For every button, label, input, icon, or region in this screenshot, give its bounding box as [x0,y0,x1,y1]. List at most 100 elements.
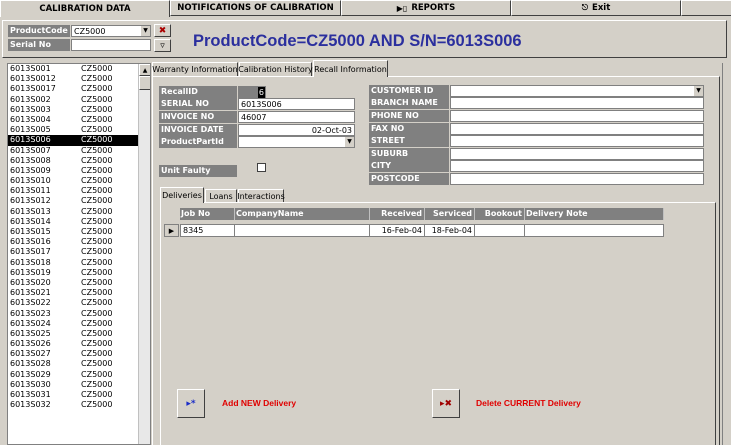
col-delivery-note[interactable]: Delivery Note [525,208,664,220]
city-field[interactable] [450,160,704,172]
tab-calibration-history[interactable]: Calibration History [238,62,313,76]
list-item[interactable]: 6013S013 CZ5000 [8,207,150,217]
list-item[interactable]: 6013S0012 CZ5000 [8,74,150,84]
list-item[interactable]: 6013S003 CZ5000 [8,105,150,115]
list-item[interactable]: 6013S028 CZ5000 [8,359,150,369]
postcode-field[interactable] [450,173,704,185]
add-delivery-button[interactable]: ▸* [177,389,205,418]
serial-no-field[interactable]: 6013S006 [238,98,355,110]
table-row-received[interactable]: 16-Feb-04 [370,224,425,237]
list-item-serial: 6013S007 [10,145,51,155]
col-serviced[interactable]: Serviced [425,208,475,220]
list-item[interactable]: 6013S030 CZ5000 [8,380,150,390]
tab-warranty-information[interactable]: Warranty Information [152,62,238,76]
tab-recall-information[interactable]: Recall Information [313,60,388,77]
list-item-serial: 6013S005 [10,125,51,135]
col-received[interactable]: Received [370,208,425,220]
delete-delivery-label[interactable]: Delete CURRENT Delivery [476,398,581,408]
table-row-company-name[interactable] [235,224,370,237]
scroll-thumb[interactable] [139,76,150,90]
scroll-up-icon[interactable]: ▲ [139,64,150,76]
col-job-no[interactable]: Job No [180,208,235,220]
list-item[interactable]: 6013S012 CZ5000 [8,196,150,206]
tab-bar-filler [681,0,731,16]
reports-icon: ▶▯ [396,3,408,13]
apply-filter-button[interactable]: ▿ [154,39,171,52]
list-item[interactable]: 6013S001 CZ5000 [8,64,150,74]
street-field[interactable] [450,135,704,147]
list-item-serial: 6013S004 [10,114,51,124]
table-row-bookout[interactable] [475,224,525,237]
list-item[interactable]: 6013S031 CZ5000 [8,390,150,400]
list-item[interactable]: 6013S005 CZ5000 [8,125,150,135]
list-item[interactable]: 6013S020 CZ5000 [8,278,150,288]
top-tab-bar: CALIBRATION DATA NOTIFICATIONS OF CALIBR… [0,0,731,17]
list-item-product: CZ5000 [81,196,113,206]
product-code-select[interactable]: CZ5000 ▼ [71,25,151,37]
list-item[interactable]: 6013S021 CZ5000 [8,288,150,298]
col-bookout[interactable]: Bookout [475,208,525,220]
list-item[interactable]: 6013S026 CZ5000 [8,339,150,349]
product-part-id-select[interactable]: ▼ [238,136,355,148]
list-item[interactable]: 6013S032 CZ5000 [8,400,150,410]
unit-faulty-checkbox[interactable] [257,163,266,172]
invoice-no-field[interactable]: 46007 [238,111,355,123]
tab-notifications[interactable]: NOTIFICATIONS OF CALIBRATION [170,0,341,16]
serial-list[interactable]: 6013S001 CZ5000 6013S0012 CZ5000 6013S0017 CZ… [7,63,151,445]
fax-no-field[interactable] [450,123,704,135]
list-item-serial: 6013S012 [10,196,51,206]
list-item[interactable]: 6013S019 CZ5000 [8,268,150,278]
list-scrollbar[interactable]: ▲ [138,64,150,444]
tab-interactions[interactable]: Interactions [237,189,285,202]
tab-exit[interactable]: ⎋ Exit [511,0,681,16]
list-item-product: CZ5000 [81,216,113,226]
list-item[interactable]: 6013S002 CZ5000 [8,95,150,105]
invoice-date-field[interactable]: 02-Oct-03 [238,124,355,136]
list-item[interactable]: 6013S025 CZ5000 [8,329,150,339]
list-item-product: CZ5000 [81,206,113,216]
serial-no-input[interactable] [71,39,151,51]
customer-id-select[interactable]: ▼ [450,85,704,97]
list-item[interactable]: 6013S018 CZ5000 [8,258,150,268]
record-selector-arrow-icon[interactable]: ▶ [164,224,179,237]
branch-name-field[interactable] [450,97,704,109]
tab-calibration-data[interactable]: CALIBRATION DATA [0,0,170,17]
table-row-delivery-note[interactable] [525,224,664,237]
list-item[interactable]: 6013S017 CZ5000 [8,247,150,257]
list-item[interactable]: 6013S004 CZ5000 [8,115,150,125]
chevron-down-icon[interactable]: ▼ [693,86,703,96]
list-item-serial: 6013S021 [10,288,51,298]
tab-deliveries[interactable]: Deliveries [160,187,204,203]
list-item[interactable]: 6013S008 CZ5000 [8,156,150,166]
chevron-down-icon[interactable]: ▼ [344,137,354,147]
list-item[interactable]: 6013S027 CZ5000 [8,349,150,359]
list-item[interactable]: 6013S0017 CZ5000 [8,84,150,94]
list-item[interactable]: 6013S024 CZ5000 [8,319,150,329]
phone-no-field[interactable] [450,110,704,122]
street-label: STREET [369,135,449,147]
window-scrollbar[interactable] [722,63,731,445]
list-item[interactable]: 6013S023 CZ5000 [8,309,150,319]
list-item[interactable]: 6013S007 CZ5000 [8,146,150,156]
list-item[interactable]: 6013S022 CZ5000 [8,298,150,308]
table-row-job-no[interactable]: 8345 [180,224,235,237]
list-item[interactable]: 6013S006 CZ5000 [8,135,150,146]
list-item[interactable]: 6013S016 CZ5000 [8,237,150,247]
tab-reports[interactable]: ▶▯ REPORTS [341,0,511,16]
list-item-serial: 6013S023 [10,308,51,318]
list-item[interactable]: 6013S010 CZ5000 [8,176,150,186]
clear-filter-button[interactable]: ✖ [154,24,171,37]
list-item[interactable]: 6013S011 CZ5000 [8,186,150,196]
list-item[interactable]: 6013S029 CZ5000 [8,370,150,380]
list-item[interactable]: 6013S015 CZ5000 [8,227,150,237]
recall-id-label: RecallID [159,86,237,98]
list-item[interactable]: 6013S014 CZ5000 [8,217,150,227]
add-delivery-label[interactable]: Add NEW Delivery [222,398,296,408]
list-item[interactable]: 6013S009 CZ5000 [8,166,150,176]
delete-delivery-button[interactable]: ▸✖ [432,389,460,418]
chevron-down-icon[interactable]: ▼ [140,26,150,36]
tab-loans[interactable]: Loans [205,189,237,202]
col-company-name[interactable]: CompanyName [235,208,370,220]
suburb-field[interactable] [450,148,704,160]
table-row-serviced[interactable]: 18-Feb-04 [425,224,475,237]
